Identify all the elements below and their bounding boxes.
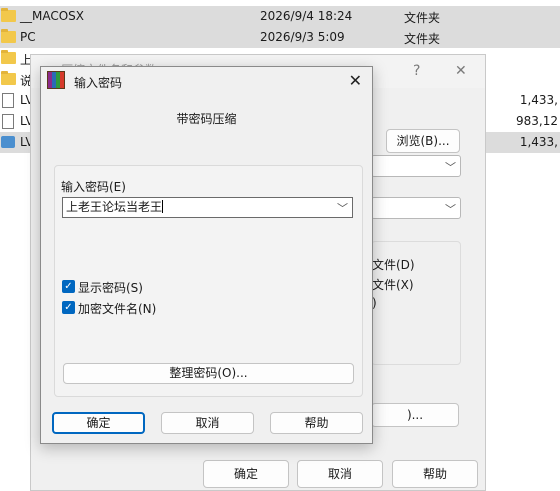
parent-help-button[interactable]: 帮助 bbox=[392, 460, 478, 488]
file-size: 1,433, bbox=[519, 135, 558, 149]
text-cursor bbox=[162, 200, 164, 213]
dialog-subtitle: 带密码压缩 bbox=[176, 112, 237, 126]
folder-icon bbox=[1, 71, 16, 85]
chevron-down-icon: ﹀ bbox=[445, 161, 456, 174]
file-size: 1,433, bbox=[519, 93, 558, 107]
close-icon[interactable]: ✕ bbox=[455, 63, 467, 79]
organize-passwords-button[interactable]: 整理密码(O)... bbox=[63, 363, 354, 384]
update-mode-combo[interactable]: ﹀ bbox=[371, 197, 461, 219]
password-panel: 输入密码(E) 上老王论坛当老王 ﹀ ✓ 显示密码(S) ✓ 加密文件名(N) … bbox=[54, 165, 363, 397]
password-label: 输入密码(E) bbox=[61, 180, 126, 194]
folder-icon bbox=[1, 50, 16, 64]
file-type: 文件夹 bbox=[404, 11, 441, 25]
folder-icon bbox=[1, 29, 16, 43]
help-icon[interactable]: ? bbox=[413, 63, 420, 79]
file-date: 2026/9/4 18:24 bbox=[260, 9, 353, 23]
show-password-checkbox[interactable]: ✓ bbox=[62, 280, 75, 293]
help-button[interactable]: 帮助 bbox=[270, 412, 363, 434]
file-date: 2026/9/3 5:09 bbox=[260, 30, 345, 44]
file-type: 文件夹 bbox=[404, 32, 441, 46]
doc-icon bbox=[2, 114, 14, 129]
password-value: 上老王论坛当老王 bbox=[66, 200, 163, 214]
parent-cancel-button[interactable]: 取消 bbox=[297, 460, 383, 488]
file-size: 983,12 bbox=[516, 114, 558, 128]
option-label: 文件(X) bbox=[372, 278, 414, 292]
encrypt-filenames-checkbox[interactable]: ✓ bbox=[62, 301, 75, 314]
file-row[interactable]: PC 2026/9/3 5:09 文件夹 bbox=[0, 27, 560, 48]
option-label: 文件(D) bbox=[372, 258, 415, 272]
parent-ok-button[interactable]: 确定 bbox=[203, 460, 289, 488]
archive-options-group: 文件(D) 文件(X) ) bbox=[371, 241, 461, 365]
file-name: __MACOSX bbox=[20, 9, 85, 23]
cancel-button[interactable]: 取消 bbox=[161, 412, 254, 434]
file-name: PC bbox=[20, 30, 36, 44]
archive-name-combo[interactable]: ﹀ bbox=[371, 155, 461, 177]
winrar-icon bbox=[47, 71, 65, 89]
folder-icon bbox=[1, 8, 16, 22]
encrypt-filenames-label[interactable]: 加密文件名(N) bbox=[78, 300, 156, 317]
close-icon[interactable]: ✕ bbox=[349, 71, 362, 90]
chevron-down-icon: ﹀ bbox=[445, 203, 456, 216]
dialog-title: 输入密码 bbox=[74, 76, 123, 90]
chevron-down-icon[interactable]: ﹀ bbox=[337, 199, 348, 218]
file-row[interactable]: __MACOSX 2026/9/4 18:24 文件夹 bbox=[0, 6, 560, 27]
doc-icon bbox=[2, 93, 14, 108]
set-password-button[interactable]: )... bbox=[371, 403, 459, 427]
pkg-icon bbox=[1, 136, 15, 148]
password-input[interactable]: 上老王论坛当老王 ﹀ bbox=[62, 197, 353, 218]
ok-button[interactable]: 确定 bbox=[52, 412, 145, 434]
enter-password-dialog: 输入密码 ✕ 带密码压缩 输入密码(E) 上老王论坛当老王 ﹀ ✓ 显示密码(S… bbox=[40, 66, 373, 444]
show-password-label[interactable]: 显示密码(S) bbox=[78, 279, 143, 296]
browse-button[interactable]: 浏览(B)... bbox=[386, 129, 460, 153]
